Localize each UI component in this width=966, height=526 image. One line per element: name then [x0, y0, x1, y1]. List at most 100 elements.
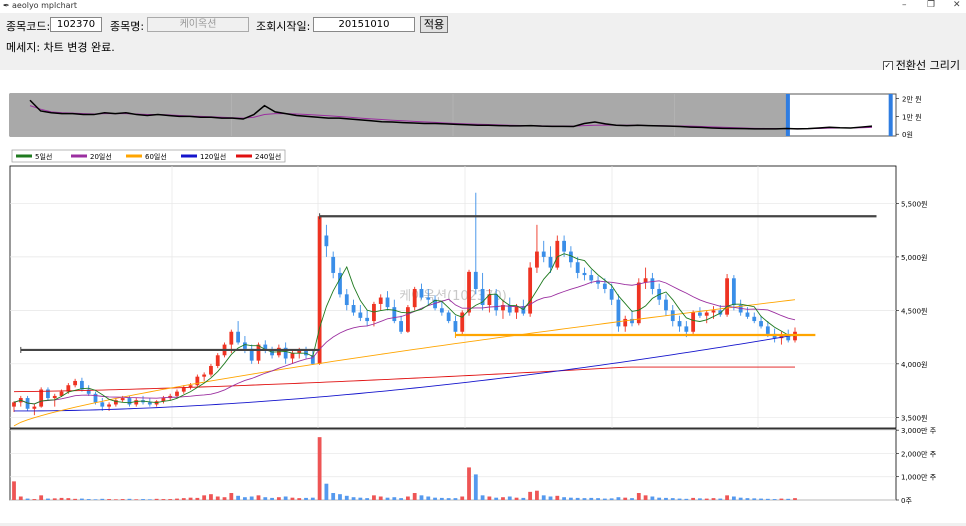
- candle-body: [602, 283, 607, 289]
- candle-body: [39, 389, 44, 407]
- chart-svg[interactable]: 2만 원 1만 원 0원 5일선 20일선 60일선 120일선 240일선 5,500원 5,0…: [0, 70, 966, 523]
- volume-bar: [12, 481, 16, 500]
- volume-bar: [73, 498, 78, 500]
- volume-bar: [677, 498, 682, 500]
- volume-bar: [358, 497, 363, 500]
- volume-bar: [215, 496, 220, 500]
- volume-bar: [616, 497, 621, 500]
- volume-bar: [582, 498, 587, 500]
- volume-bar: [433, 497, 437, 500]
- price-tick-label: 3,500원: [901, 413, 927, 422]
- volume-bar: [283, 496, 288, 500]
- volume-bar: [86, 499, 91, 500]
- volume-bar: [66, 498, 71, 500]
- candle-body: [290, 353, 295, 359]
- volume-bar: [548, 496, 553, 500]
- volume-bar: [317, 437, 322, 500]
- volume-bar: [460, 496, 465, 500]
- volume-bar: [154, 498, 159, 500]
- candle-body: [582, 272, 587, 276]
- candle-body: [358, 312, 363, 318]
- volume-bar: [779, 498, 784, 500]
- maximize-button[interactable]: ❐: [927, 0, 935, 10]
- volume-bar: [765, 498, 770, 500]
- candle-body: [209, 365, 213, 375]
- candle-body: [711, 310, 716, 313]
- overview-tick-label: 1만 원: [902, 112, 922, 121]
- candle-body: [691, 312, 696, 332]
- candle-body: [725, 278, 729, 315]
- candle-body: [127, 398, 132, 405]
- candle-body: [664, 299, 668, 311]
- volume-bar: [195, 497, 200, 500]
- volume-bar: [107, 499, 111, 500]
- close-button[interactable]: ✕: [953, 0, 961, 10]
- volume-bar: [535, 490, 539, 500]
- status-message: 메세지: 차트 변경 완료.: [6, 41, 115, 54]
- apply-button[interactable]: 적용: [420, 16, 448, 33]
- code-input[interactable]: 102370: [50, 17, 102, 32]
- volume-bar: [378, 496, 383, 500]
- volume-bar: [256, 495, 261, 500]
- candle-body: [494, 294, 499, 311]
- candle-body: [623, 318, 628, 327]
- volume-bar: [704, 498, 709, 500]
- volume-bar: [100, 498, 105, 500]
- volume-bar: [52, 498, 57, 500]
- volume-bar: [738, 497, 743, 500]
- volume-bar: [718, 498, 723, 500]
- volume-bar: [263, 497, 268, 500]
- volume-bar: [405, 496, 410, 500]
- legend-label-4: 240일선: [255, 152, 281, 161]
- candle-body: [745, 312, 750, 317]
- volume-bar: [609, 498, 614, 500]
- candle-body: [344, 294, 349, 306]
- code-label: 종목코드:: [6, 20, 51, 33]
- legend-label-3: 120일선: [200, 152, 226, 161]
- volume-bar: [507, 496, 512, 500]
- candle-body: [439, 308, 444, 313]
- candle-body: [12, 402, 16, 407]
- minimize-button[interactable]: –: [902, 0, 907, 10]
- candle-body: [562, 240, 566, 252]
- volume-bar: [602, 498, 607, 500]
- candle-body: [202, 374, 207, 377]
- volume-bar: [236, 495, 241, 500]
- candle-body: [120, 398, 125, 401]
- volume-bar: [419, 495, 424, 500]
- candle-body: [467, 271, 471, 313]
- volume-bar: [643, 495, 648, 500]
- candle-body: [759, 321, 763, 327]
- volume-bar: [276, 497, 281, 500]
- volume-bar: [725, 495, 729, 500]
- volume-bar: [691, 497, 696, 500]
- volume-bar: [670, 498, 675, 500]
- volume-bar: [473, 474, 478, 500]
- candle-body: [650, 278, 655, 289]
- volume-bar: [521, 497, 526, 500]
- candle-body: [32, 406, 37, 409]
- volume-bar: [365, 498, 370, 500]
- candle-body: [351, 305, 356, 313]
- volume-bar: [113, 499, 118, 500]
- volume-bar: [596, 498, 600, 500]
- name-label: 종목명:: [110, 20, 145, 33]
- price-tick-label: 5,500원: [901, 199, 927, 208]
- volume-bar: [650, 496, 655, 500]
- app-icon: ✒: [3, 1, 10, 10]
- overview-tick-label: 2만 원: [902, 94, 922, 103]
- volume-bar: [351, 497, 356, 500]
- volume-bar: [399, 498, 404, 500]
- volume-bar: [501, 497, 505, 500]
- volume-bar: [514, 497, 519, 500]
- volume-bar: [731, 496, 736, 500]
- date-input[interactable]: 20151010: [313, 17, 415, 32]
- volume-bar: [147, 499, 152, 500]
- price-tick-label: 4,500원: [901, 306, 927, 315]
- volume-bar: [229, 493, 234, 500]
- candle-body: [412, 288, 417, 308]
- candle-body: [698, 312, 702, 316]
- volume-bar: [446, 498, 451, 500]
- candle-body: [535, 251, 539, 268]
- volume-bar: [80, 498, 84, 500]
